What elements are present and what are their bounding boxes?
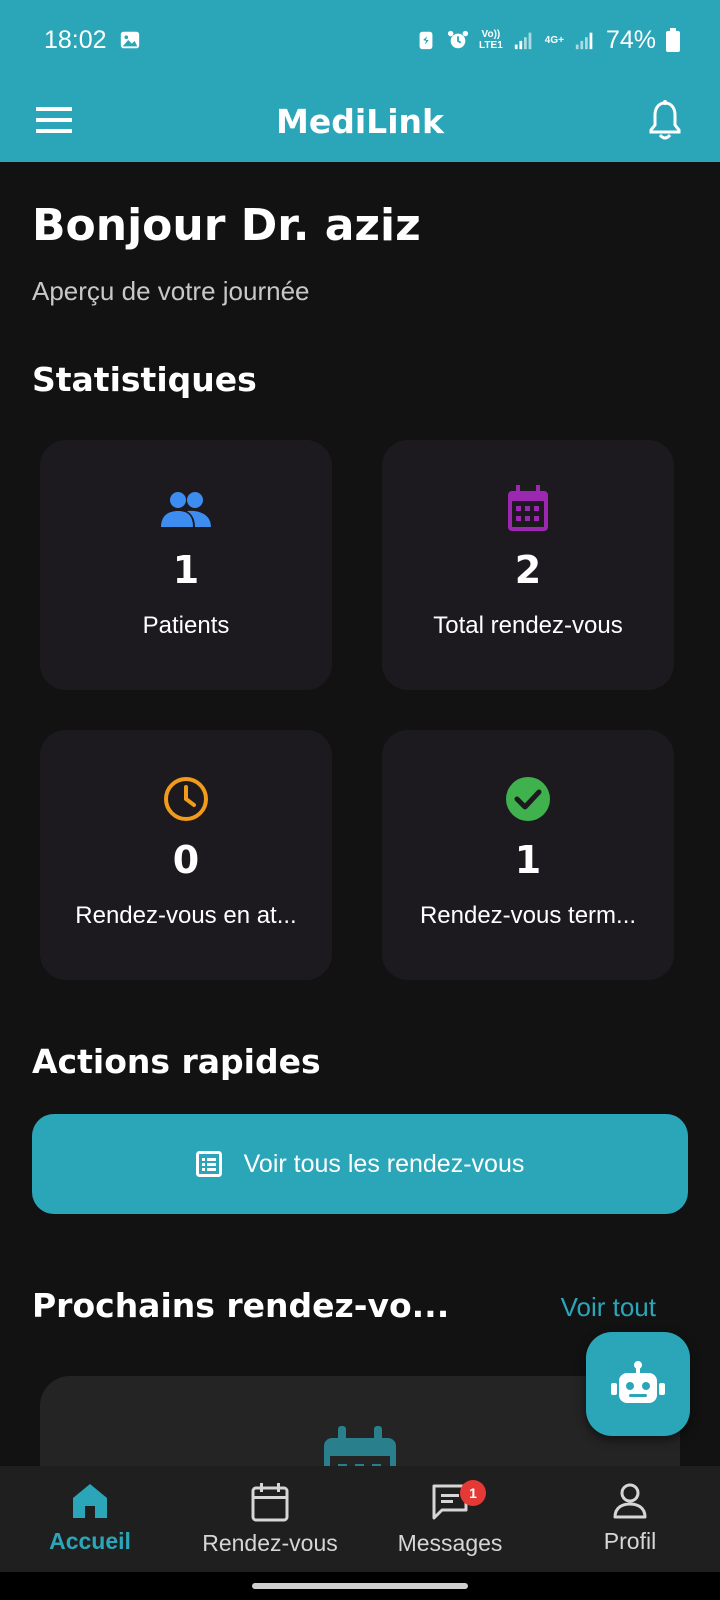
quick-actions-title: Actions rapides xyxy=(32,1042,321,1081)
volte-indicator: Vo)) LTE1 xyxy=(479,29,503,51)
bottom-navigation: Accueil Rendez-vous 1 Messages Profil xyxy=(0,1466,720,1572)
assistant-fab[interactable] xyxy=(586,1332,690,1436)
app-bar: MediLink xyxy=(0,80,720,162)
messages-badge: 1 xyxy=(460,1480,486,1506)
menu-button[interactable] xyxy=(34,100,74,140)
signal-icon-2 xyxy=(575,32,593,50)
status-bar: 18:02 Vo)) LTE1 4G+ 74% xyxy=(0,0,720,80)
nav-label: Accueil xyxy=(49,1528,131,1554)
list-icon xyxy=(195,1151,222,1177)
nav-label: Messages xyxy=(397,1530,503,1556)
nav-label: Rendez-vous xyxy=(202,1530,338,1556)
stat-value: 1 xyxy=(514,838,542,882)
view-all-appointments-label: Voir tous les rendez-vous xyxy=(243,1149,525,1178)
gesture-bar xyxy=(0,1572,720,1600)
stat-label: Rendez-vous term... xyxy=(419,902,637,929)
alarm-icon xyxy=(447,30,469,49)
signal-icon xyxy=(514,32,532,50)
stat-value: 2 xyxy=(514,548,542,592)
nav-item-profile[interactable]: Profil xyxy=(540,1466,720,1572)
hamburger-icon xyxy=(36,107,72,133)
stat-card-pending-appointments[interactable]: 0 Rendez-vous en at... xyxy=(40,730,332,980)
network-type: 4G+ xyxy=(544,34,564,46)
greeting-subtitle: Aperçu de votre journée xyxy=(32,276,310,306)
status-time: 18:02 xyxy=(44,25,107,54)
battery-percent: 74% xyxy=(605,25,656,54)
battery-saver-icon xyxy=(419,31,433,50)
nav-item-messages[interactable]: 1 Messages xyxy=(360,1466,540,1572)
nav-item-home[interactable]: Accueil xyxy=(0,1466,180,1572)
greeting-title: Bonjour Dr. aziz xyxy=(32,200,421,251)
bell-icon xyxy=(649,100,681,140)
stat-value: 1 xyxy=(172,548,200,592)
stat-label: Rendez-vous en at... xyxy=(75,902,297,929)
people-icon xyxy=(159,482,213,536)
stat-label: Patients xyxy=(142,612,230,639)
check-circle-icon xyxy=(501,772,555,826)
stat-label: Total rendez-vous xyxy=(433,612,623,639)
stats-section-title: Statistiques xyxy=(32,360,257,399)
notifications-button[interactable] xyxy=(644,98,686,142)
robot-icon xyxy=(611,1361,665,1403)
battery-icon xyxy=(666,28,680,52)
nav-label: Profil xyxy=(603,1528,657,1554)
clock-icon xyxy=(159,772,213,826)
gallery-notification-icon xyxy=(120,31,139,49)
calendar-icon xyxy=(501,482,555,536)
calendar-icon xyxy=(251,1483,289,1522)
view-all-appointments-button[interactable]: Voir tous les rendez-vous xyxy=(32,1114,688,1214)
home-indicator[interactable] xyxy=(252,1583,468,1589)
stat-card-total-appointments[interactable]: 2 Total rendez-vous xyxy=(382,440,674,690)
nav-item-appointments[interactable]: Rendez-vous xyxy=(180,1466,360,1572)
stat-card-completed-appointments[interactable]: 1 Rendez-vous term... xyxy=(382,730,674,980)
see-all-link[interactable]: Voir tout xyxy=(561,1292,656,1323)
stat-value: 0 xyxy=(172,838,200,882)
stat-card-patients[interactable]: 1 Patients xyxy=(40,440,332,690)
home-icon xyxy=(73,1484,107,1518)
app-title: MediLink xyxy=(276,101,444,141)
upcoming-section-title: Prochains rendez-vo... xyxy=(32,1286,450,1325)
person-icon xyxy=(613,1483,647,1519)
